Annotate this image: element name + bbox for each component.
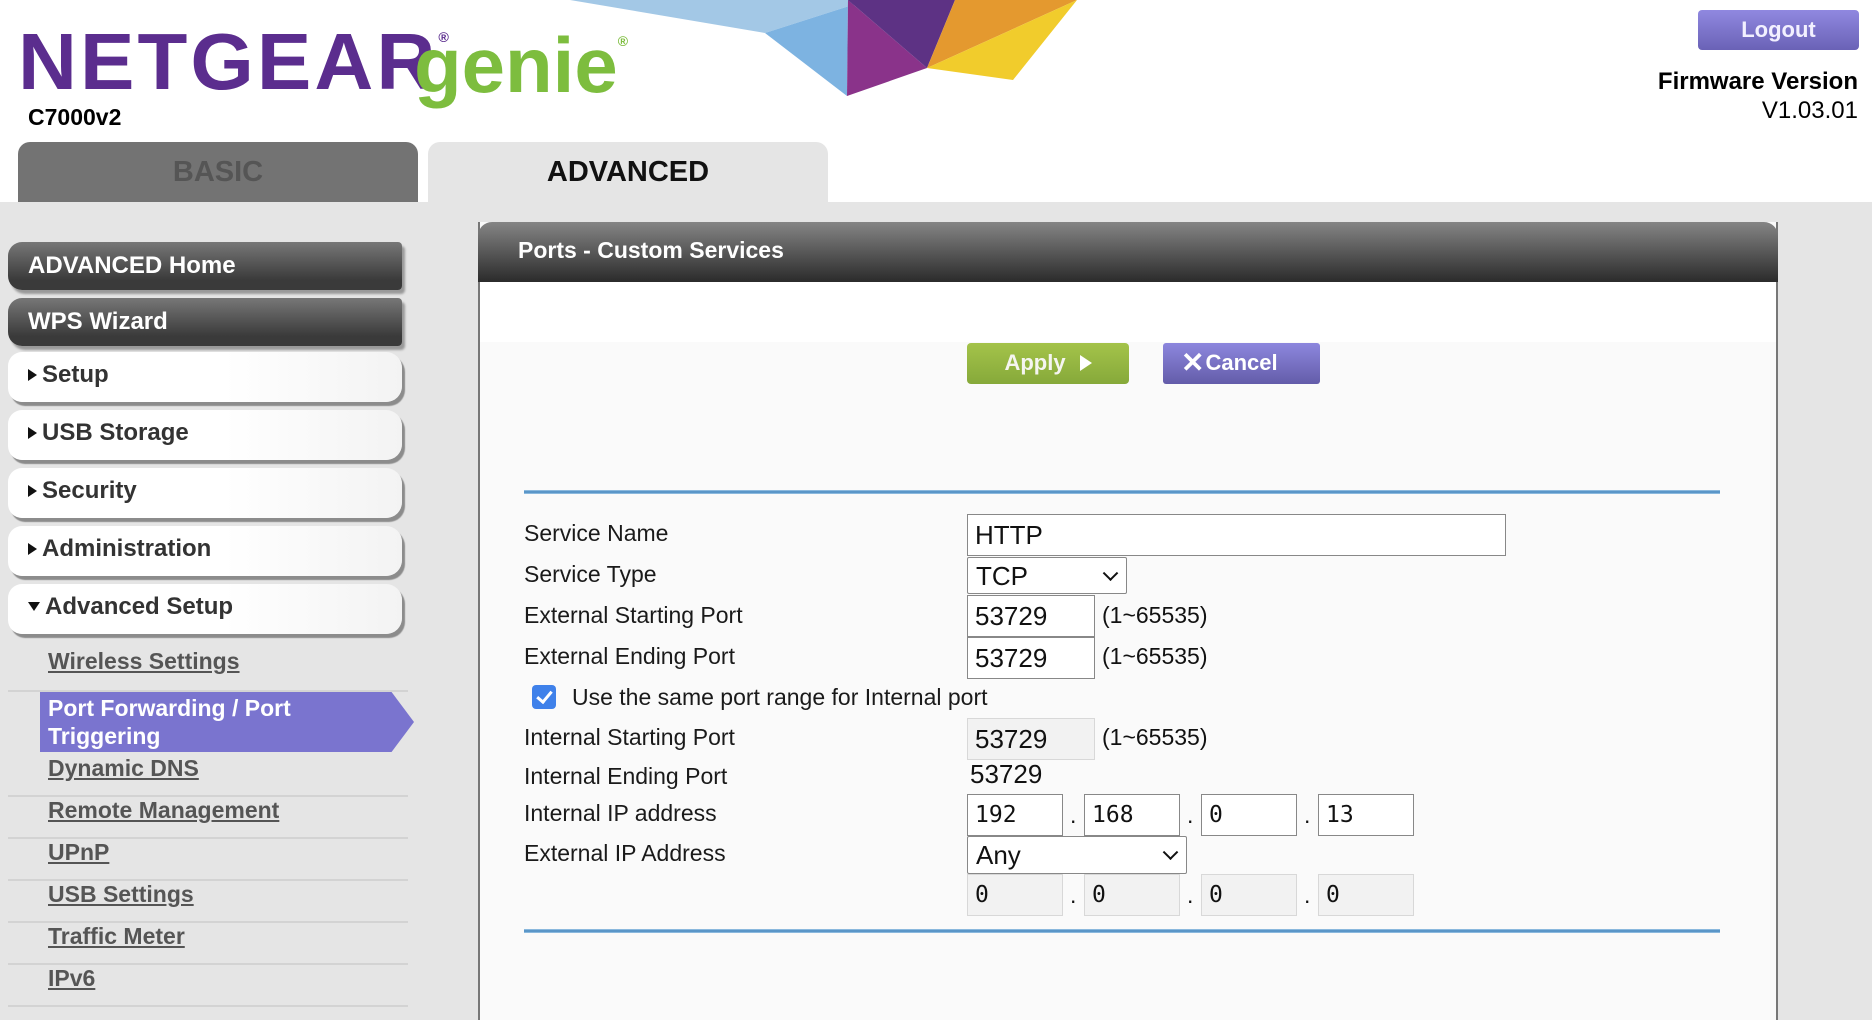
ip-separator: . <box>1187 882 1194 908</box>
external-ip-label: External IP Address <box>524 840 726 866</box>
internal-ip-octet-1[interactable]: 192 <box>967 794 1063 836</box>
sidebar-section-label: Security <box>42 477 137 504</box>
sidebar-link-label-line2: Triggering <box>48 723 161 749</box>
external-ip-mode-value: Any <box>976 840 1021 870</box>
expand-arrow-icon <box>28 369 37 381</box>
section-divider-bottom <box>524 929 1720 933</box>
apply-button[interactable]: Apply <box>967 343 1129 384</box>
internal-ip-label: Internal IP address <box>524 800 717 826</box>
external-ending-port-input[interactable]: 53729 <box>967 637 1095 679</box>
play-arrow-icon <box>1079 355 1092 371</box>
service-type-select[interactable]: TCP <box>967 557 1127 594</box>
firmware-version-value: V1.03.01 <box>1761 97 1858 124</box>
external-ip-octet-3[interactable]: 0 <box>1201 874 1297 916</box>
sidebar-link-label-line1: Port Forwarding / Port <box>48 695 291 721</box>
internal-starting-port-input[interactable]: 53729 <box>967 718 1095 760</box>
internal-ending-port-value: 53729 <box>970 759 1043 789</box>
sidebar-item-wps-wizard[interactable]: WPS Wizard <box>8 298 402 346</box>
ip-separator: . <box>1304 882 1311 908</box>
external-ip-octet-4[interactable]: 0 <box>1318 874 1414 916</box>
internal-ending-port-label: Internal Ending Port <box>524 763 728 789</box>
internal-ip-octet-2[interactable]: 168 <box>1084 794 1180 836</box>
external-starting-port-label: External Starting Port <box>524 602 743 628</box>
expand-arrow-icon <box>28 543 37 555</box>
ip-separator: . <box>1187 802 1194 828</box>
section-divider-top <box>524 490 1720 494</box>
service-type-value: TCP <box>976 561 1028 591</box>
sidebar-section-setup[interactable]: Setup <box>8 352 402 402</box>
port-range-hint: (1~65535) <box>1102 724 1208 750</box>
service-type-label: Service Type <box>524 561 657 587</box>
genie-logo: genie® <box>414 26 628 104</box>
port-range-hint: (1~65535) <box>1102 602 1208 628</box>
collapse-arrow-icon <box>28 602 40 611</box>
sidebar-section-administration[interactable]: Administration <box>8 526 402 576</box>
sidebar-link-port-forwarding[interactable]: Port Forwarding / Port Triggering <box>40 692 414 752</box>
port-range-hint: (1~65535) <box>1102 643 1208 669</box>
sidebar-section-security[interactable]: Security <box>8 468 402 518</box>
ip-separator: . <box>1070 882 1077 908</box>
sidebar-item-advanced-home[interactable]: ADVANCED Home <box>8 242 402 290</box>
tab-basic[interactable]: BASIC <box>18 142 418 202</box>
service-name-input[interactable]: HTTP <box>967 514 1506 556</box>
sidebar-section-label: Setup <box>42 361 109 388</box>
sidebar-divider <box>8 1005 408 1007</box>
chevron-down-icon <box>1102 564 1119 581</box>
external-ip-select[interactable]: Any <box>967 836 1187 874</box>
external-ip-octet-1[interactable]: 0 <box>967 874 1063 916</box>
sidebar-section-label: USB Storage <box>42 419 189 446</box>
same-port-range-checkbox[interactable] <box>532 685 556 709</box>
external-starting-port-input[interactable]: 53729 <box>967 595 1095 637</box>
cancel-button[interactable]: ✕Cancel <box>1163 343 1320 384</box>
custom-services-panel: Ports - Custom Services Apply ✕Cancel Se… <box>478 222 1778 1020</box>
tab-advanced[interactable]: ADVANCED <box>428 142 828 202</box>
sidebar-link-wireless-settings[interactable]: Wireless Settings <box>48 648 240 675</box>
sidebar-section-usb-storage[interactable]: USB Storage <box>8 410 402 460</box>
chevron-down-icon <box>1162 844 1179 861</box>
netgear-logo: NETGEAR® <box>18 22 449 102</box>
internal-ip-octet-4[interactable]: 13 <box>1318 794 1414 836</box>
external-ip-octet-2[interactable]: 0 <box>1084 874 1180 916</box>
apply-label: Apply <box>1004 350 1066 375</box>
ip-separator: . <box>1304 802 1311 828</box>
sidebar-section-label: Administration <box>42 535 212 562</box>
panel-title: Ports - Custom Services <box>478 222 1778 282</box>
sidebar-link-remote-management[interactable]: Remote Management <box>48 797 279 824</box>
same-port-range-label: Use the same port range for Internal por… <box>572 684 988 710</box>
model-name: C7000v2 <box>28 104 122 130</box>
expand-arrow-icon <box>28 485 37 497</box>
sidebar-section-label: Advanced Setup <box>45 593 234 620</box>
sidebar-link-traffic-meter[interactable]: Traffic Meter <box>48 923 185 950</box>
sidebar-divider <box>8 690 408 692</box>
product-registered-mark: ® <box>617 33 629 49</box>
panel-toolbar-area <box>480 282 1776 342</box>
sidebar-link-upnp[interactable]: UPnP <box>48 839 109 866</box>
header-banner: NETGEAR® genie® <box>0 0 1872 110</box>
cancel-label: Cancel <box>1205 350 1278 375</box>
brand-text: NETGEAR <box>18 17 439 106</box>
firmware-version-label: Firmware Version <box>1657 68 1858 95</box>
close-icon: ✕ <box>1181 347 1205 378</box>
expand-arrow-icon <box>28 427 37 439</box>
sidebar-section-advanced-setup[interactable]: Advanced Setup <box>8 584 402 634</box>
logout-button[interactable]: Logout <box>1698 10 1859 50</box>
sidebar-link-dynamic-dns[interactable]: Dynamic DNS <box>48 755 199 782</box>
sidebar-link-usb-settings[interactable]: USB Settings <box>48 881 194 908</box>
product-text: genie <box>414 21 618 109</box>
sidebar-link-ipv6[interactable]: IPv6 <box>48 965 95 992</box>
external-ending-port-label: External Ending Port <box>524 643 735 669</box>
ip-separator: . <box>1070 802 1077 828</box>
internal-ip-octet-3[interactable]: 0 <box>1201 794 1297 836</box>
internal-starting-port-label: Internal Starting Port <box>524 724 735 750</box>
service-name-label: Service Name <box>524 520 669 546</box>
